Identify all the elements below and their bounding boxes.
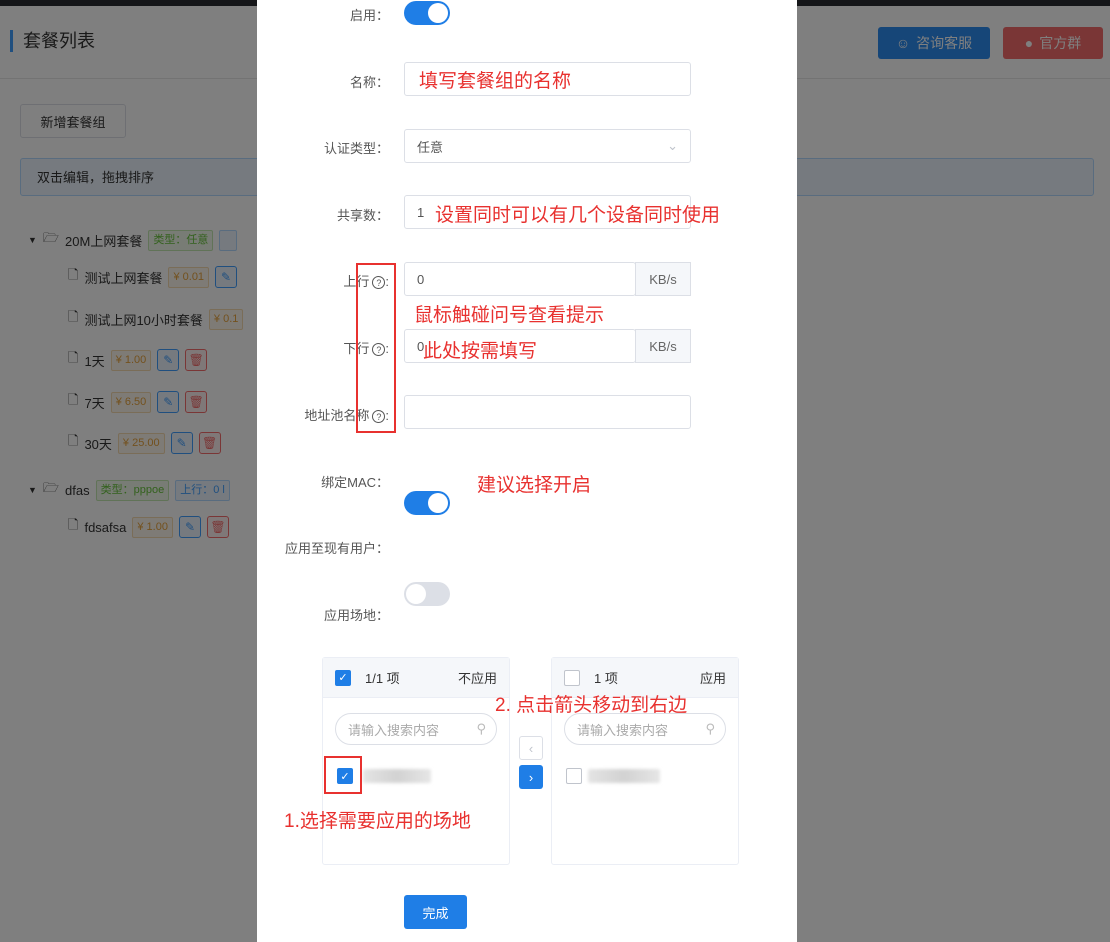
left-select-all-checkbox[interactable]: ✓ <box>335 669 351 686</box>
right-search-placeholder: 请输入搜索内容 <box>577 722 669 738</box>
annotation-mac-hint: 建议选择开启 <box>477 475 592 496</box>
upload-unit: KB/s <box>635 262 691 296</box>
annotation-question-box <box>356 263 396 433</box>
blurred-venue-name <box>588 769 660 783</box>
bind-mac-switch[interactable] <box>404 491 450 515</box>
submit-button[interactable]: 完成 <box>404 895 467 929</box>
download-unit: KB/s <box>635 329 691 363</box>
left-search-input[interactable]: 请输入搜索内容 ⚲ <box>335 713 497 745</box>
chevron-left-icon: ‹ <box>528 740 534 756</box>
enable-switch[interactable] <box>404 1 450 25</box>
right-count: 1 项 <box>594 671 618 686</box>
search-icon: ⚲ <box>476 721 486 736</box>
annotation-step2: 2. 点击箭头移动到右边 <box>495 695 688 716</box>
right-item-checkbox[interactable] <box>566 768 582 784</box>
chevron-down-icon: ⌄ <box>667 138 678 153</box>
search-icon: ⚲ <box>705 721 715 736</box>
chevron-right-icon: › <box>528 769 534 785</box>
package-group-dialog: 启用： 名称： 认证类型： 任意 ⌄ 共享数： 1 上行?: 0 KB/s 下行… <box>257 0 797 942</box>
move-left-button[interactable]: ‹ <box>519 736 543 760</box>
address-pool-input[interactable] <box>404 395 691 429</box>
annotation-name-hint: 填写套餐组的名称 <box>419 71 572 92</box>
annotation-hover-hint: 鼠标触碰问号查看提示 <box>414 305 605 326</box>
share-count-label: 共享数： <box>336 208 389 223</box>
right-panel-title: 应用 <box>699 671 726 686</box>
apply-existing-users-switch[interactable] <box>404 582 450 606</box>
move-right-button[interactable]: › <box>519 765 543 789</box>
left-panel-header: ✓ 1/1 项 不应用 <box>323 658 509 698</box>
right-search-input[interactable]: 请输入搜索内容 ⚲ <box>564 713 726 745</box>
auth-type-label: 认证类型： <box>323 141 389 156</box>
left-search-placeholder: 请输入搜索内容 <box>348 722 440 738</box>
annotation-fill-hint: 此处按需填写 <box>423 341 538 362</box>
annotation-step1: 1.选择需要应用的场地 <box>284 811 471 832</box>
annotation-share-hint: 设置同时可以有几个设备同时使用 <box>435 205 721 226</box>
upload-input[interactable]: 0 <box>404 262 636 296</box>
venue-label: 应用场地： <box>323 608 389 623</box>
auth-type-select[interactable]: 任意 ⌄ <box>404 129 691 163</box>
enable-label: 启用： <box>349 8 389 23</box>
left-panel-title: 不应用 <box>457 671 497 686</box>
right-list-item[interactable] <box>566 768 660 784</box>
apply-existing-users-label: 应用至现有用户： <box>284 541 389 556</box>
bind-mac-label: 绑定MAC： <box>321 475 389 490</box>
auth-type-value: 任意 <box>417 139 444 155</box>
blurred-venue-name <box>363 769 431 783</box>
name-label: 名称： <box>349 75 389 90</box>
right-select-all-checkbox[interactable] <box>564 669 580 686</box>
transfer-right-panel: 1 项 应用 请输入搜索内容 ⚲ <box>551 657 739 865</box>
annotation-checkbox-box <box>324 756 362 794</box>
left-count: 1/1 项 <box>365 671 400 686</box>
